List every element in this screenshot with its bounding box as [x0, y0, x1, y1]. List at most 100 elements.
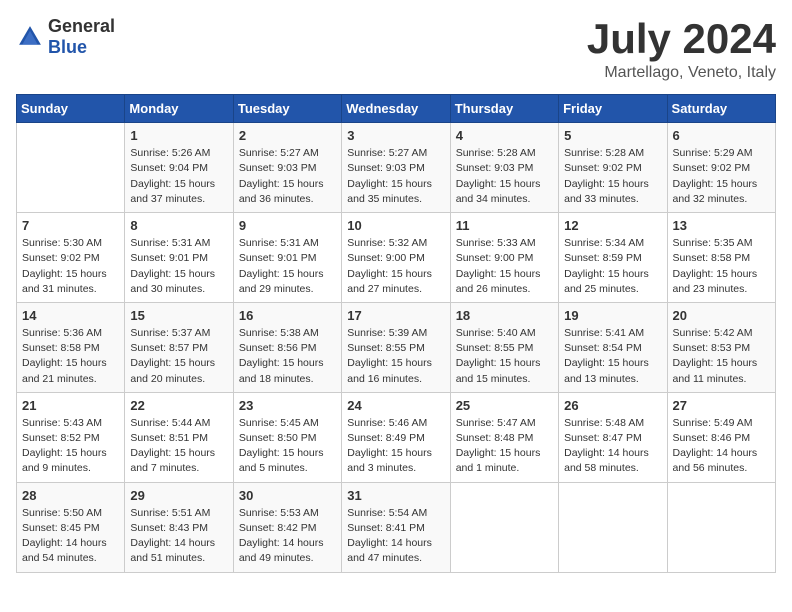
- day-number: 10: [347, 218, 444, 233]
- location-subtitle: Martellago, Veneto, Italy: [587, 64, 776, 82]
- day-number: 9: [239, 218, 336, 233]
- day-number: 24: [347, 398, 444, 413]
- day-info: Sunrise: 5:28 AMSunset: 9:02 PMDaylight:…: [564, 146, 661, 207]
- day-number: 18: [456, 308, 553, 323]
- day-info: Sunrise: 5:50 AMSunset: 8:45 PMDaylight:…: [22, 506, 119, 567]
- day-info: Sunrise: 5:27 AMSunset: 9:03 PMDaylight:…: [347, 146, 444, 207]
- calendar-cell: 4 Sunrise: 5:28 AMSunset: 9:03 PMDaylight…: [450, 123, 558, 213]
- day-number: 16: [239, 308, 336, 323]
- day-number: 4: [456, 128, 553, 143]
- calendar-cell: [450, 482, 558, 572]
- calendar-cell: 23 Sunrise: 5:45 AMSunset: 8:50 PMDayligh…: [233, 392, 341, 482]
- logo-general: General: [48, 16, 115, 36]
- weekday-header-sunday: Sunday: [17, 95, 125, 123]
- day-number: 29: [130, 488, 227, 503]
- calendar-cell: 7 Sunrise: 5:30 AMSunset: 9:02 PMDaylight…: [17, 213, 125, 303]
- day-info: Sunrise: 5:48 AMSunset: 8:47 PMDaylight:…: [564, 416, 661, 477]
- weekday-header-monday: Monday: [125, 95, 233, 123]
- week-row-4: 21 Sunrise: 5:43 AMSunset: 8:52 PMDayligh…: [17, 392, 776, 482]
- day-info: Sunrise: 5:36 AMSunset: 8:58 PMDaylight:…: [22, 326, 119, 387]
- calendar-cell: 28Sunrise: 5:50 AMSunset: 8:45 PMDayligh…: [17, 482, 125, 572]
- day-info: Sunrise: 5:42 AMSunset: 8:53 PMDaylight:…: [673, 326, 770, 387]
- weekday-header-saturday: Saturday: [667, 95, 775, 123]
- calendar-cell: [559, 482, 667, 572]
- weekday-header-tuesday: Tuesday: [233, 95, 341, 123]
- day-number: 31: [347, 488, 444, 503]
- logo-blue: Blue: [48, 37, 87, 57]
- day-number: 23: [239, 398, 336, 413]
- day-number: 2: [239, 128, 336, 143]
- day-number: 3: [347, 128, 444, 143]
- day-number: 20: [673, 308, 770, 323]
- day-number: 25: [456, 398, 553, 413]
- day-info: Sunrise: 5:43 AMSunset: 8:52 PMDaylight:…: [22, 416, 119, 477]
- calendar-cell: 18 Sunrise: 5:40 AMSunset: 8:55 PMDayligh…: [450, 302, 558, 392]
- day-info: Sunrise: 5:45 AMSunset: 8:50 PMDaylight:…: [239, 416, 336, 477]
- day-number: 27: [673, 398, 770, 413]
- day-number: 7: [22, 218, 119, 233]
- day-number: 6: [673, 128, 770, 143]
- calendar-cell: 10 Sunrise: 5:32 AMSunset: 9:00 PMDayligh…: [342, 213, 450, 303]
- day-info: Sunrise: 5:39 AMSunset: 8:55 PMDaylight:…: [347, 326, 444, 387]
- calendar-cell: 14Sunrise: 5:36 AMSunset: 8:58 PMDayligh…: [17, 302, 125, 392]
- day-info: Sunrise: 5:38 AMSunset: 8:56 PMDaylight:…: [239, 326, 336, 387]
- calendar-cell: 30Sunrise: 5:53 AMSunset: 8:42 PMDayligh…: [233, 482, 341, 572]
- calendar-cell: 9 Sunrise: 5:31 AMSunset: 9:01 PMDaylight…: [233, 213, 341, 303]
- calendar-cell: 15 Sunrise: 5:37 AMSunset: 8:57 PMDayligh…: [125, 302, 233, 392]
- calendar-cell: 3 Sunrise: 5:27 AMSunset: 9:03 PMDaylight…: [342, 123, 450, 213]
- day-info: Sunrise: 5:33 AMSunset: 9:00 PMDaylight:…: [456, 236, 553, 297]
- logo: General Blue: [16, 16, 115, 58]
- day-info: Sunrise: 5:35 AMSunset: 8:58 PMDaylight:…: [673, 236, 770, 297]
- calendar-cell: 17 Sunrise: 5:39 AMSunset: 8:55 PMDayligh…: [342, 302, 450, 392]
- day-number: 11: [456, 218, 553, 233]
- calendar-header: SundayMondayTuesdayWednesdayThursdayFrid…: [17, 95, 776, 123]
- day-info: Sunrise: 5:40 AMSunset: 8:55 PMDaylight:…: [456, 326, 553, 387]
- weekday-header-friday: Friday: [559, 95, 667, 123]
- day-number: 26: [564, 398, 661, 413]
- weekday-header-wednesday: Wednesday: [342, 95, 450, 123]
- calendar-cell: 24 Sunrise: 5:46 AMSunset: 8:49 PMDayligh…: [342, 392, 450, 482]
- day-info: Sunrise: 5:28 AMSunset: 9:03 PMDaylight:…: [456, 146, 553, 207]
- week-row-3: 14Sunrise: 5:36 AMSunset: 8:58 PMDayligh…: [17, 302, 776, 392]
- calendar-cell: 22Sunrise: 5:44 AMSunset: 8:51 PMDayligh…: [125, 392, 233, 482]
- day-info: Sunrise: 5:29 AMSunset: 9:02 PMDaylight:…: [673, 146, 770, 207]
- day-info: Sunrise: 5:44 AMSunset: 8:51 PMDaylight:…: [130, 416, 227, 477]
- calendar-cell: 16 Sunrise: 5:38 AMSunset: 8:56 PMDayligh…: [233, 302, 341, 392]
- day-number: 15: [130, 308, 227, 323]
- day-number: 17: [347, 308, 444, 323]
- day-info: Sunrise: 5:34 AMSunset: 8:59 PMDaylight:…: [564, 236, 661, 297]
- week-row-1: 1Sunrise: 5:26 AMSunset: 9:04 PMDaylight…: [17, 123, 776, 213]
- day-number: 19: [564, 308, 661, 323]
- day-number: 12: [564, 218, 661, 233]
- calendar-cell: 25 Sunrise: 5:47 AMSunset: 8:48 PMDayligh…: [450, 392, 558, 482]
- calendar-cell: 29Sunrise: 5:51 AMSunset: 8:43 PMDayligh…: [125, 482, 233, 572]
- calendar-cell: 21 Sunrise: 5:43 AMSunset: 8:52 PMDayligh…: [17, 392, 125, 482]
- calendar-cell: 31 Sunrise: 5:54 AMSunset: 8:41 PMDayligh…: [342, 482, 450, 572]
- calendar-cell: 2 Sunrise: 5:27 AMSunset: 9:03 PMDaylight…: [233, 123, 341, 213]
- calendar-cell: [667, 482, 775, 572]
- day-number: 30: [239, 488, 336, 503]
- calendar-cell: 11 Sunrise: 5:33 AMSunset: 9:00 PMDayligh…: [450, 213, 558, 303]
- day-info: Sunrise: 5:30 AMSunset: 9:02 PMDaylight:…: [22, 236, 119, 297]
- week-row-5: 28Sunrise: 5:50 AMSunset: 8:45 PMDayligh…: [17, 482, 776, 572]
- day-number: 5: [564, 128, 661, 143]
- day-info: Sunrise: 5:27 AMSunset: 9:03 PMDaylight:…: [239, 146, 336, 207]
- day-info: Sunrise: 5:37 AMSunset: 8:57 PMDaylight:…: [130, 326, 227, 387]
- calendar-body: 1Sunrise: 5:26 AMSunset: 9:04 PMDaylight…: [17, 123, 776, 572]
- calendar-cell: 20 Sunrise: 5:42 AMSunset: 8:53 PMDayligh…: [667, 302, 775, 392]
- calendar-cell: 6 Sunrise: 5:29 AMSunset: 9:02 PMDaylight…: [667, 123, 775, 213]
- month-title: July 2024: [587, 16, 776, 62]
- day-number: 21: [22, 398, 119, 413]
- day-info: Sunrise: 5:47 AMSunset: 8:48 PMDaylight:…: [456, 416, 553, 477]
- calendar-cell: 8Sunrise: 5:31 AMSunset: 9:01 PMDaylight…: [125, 213, 233, 303]
- calendar-cell: 19Sunrise: 5:41 AMSunset: 8:54 PMDayligh…: [559, 302, 667, 392]
- day-number: 13: [673, 218, 770, 233]
- day-number: 8: [130, 218, 227, 233]
- day-info: Sunrise: 5:32 AMSunset: 9:00 PMDaylight:…: [347, 236, 444, 297]
- day-info: Sunrise: 5:54 AMSunset: 8:41 PMDaylight:…: [347, 506, 444, 567]
- day-info: Sunrise: 5:31 AMSunset: 9:01 PMDaylight:…: [239, 236, 336, 297]
- weekday-row: SundayMondayTuesdayWednesdayThursdayFrid…: [17, 95, 776, 123]
- calendar-cell: 5 Sunrise: 5:28 AMSunset: 9:02 PMDaylight…: [559, 123, 667, 213]
- weekday-header-thursday: Thursday: [450, 95, 558, 123]
- day-info: Sunrise: 5:46 AMSunset: 8:49 PMDaylight:…: [347, 416, 444, 477]
